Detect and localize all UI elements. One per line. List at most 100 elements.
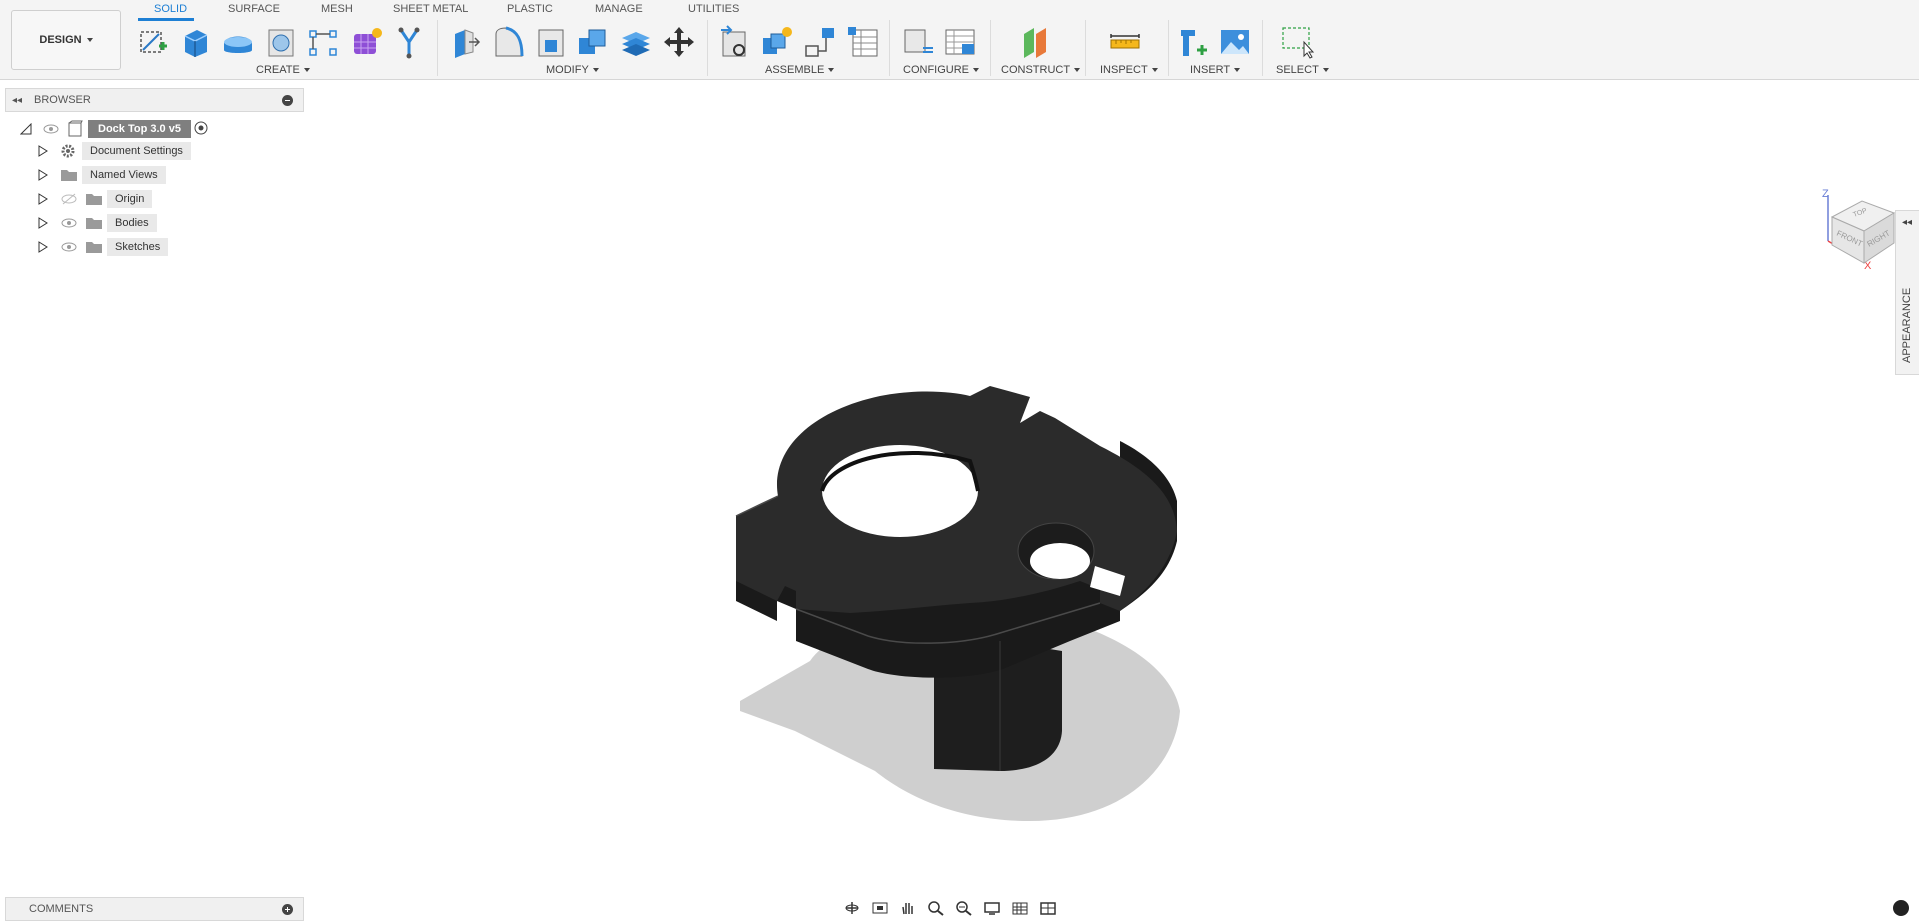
hidden-eye-icon[interactable] <box>61 193 77 205</box>
visibility-eye-icon[interactable] <box>61 217 77 229</box>
expand-arrow-icon[interactable] <box>37 145 49 157</box>
main-toolbar: DESIGN SOLID SURFACE MESH SHEET METAL PL… <box>0 0 1919 80</box>
configure-icon[interactable] <box>899 24 935 60</box>
appearance-panel-tab[interactable]: ◂◂ APPEARANCE <box>1895 210 1919 375</box>
folder-icon <box>86 242 102 253</box>
toolbar-divider <box>990 20 991 76</box>
axis-z-label: Z <box>1822 188 1829 200</box>
press-pull-icon[interactable] <box>447 24 483 60</box>
zoom-icon[interactable] <box>924 898 948 918</box>
collapse-panel-icon[interactable]: ◂◂ <box>12 95 28 106</box>
browser-item-bodies[interactable]: Bodies <box>107 214 157 232</box>
comments-panel-header[interactable]: COMMENTS <box>5 897 304 921</box>
chevron-down-icon <box>1151 68 1158 72</box>
insert-menu[interactable]: INSERT <box>1190 64 1241 76</box>
combine-icon[interactable] <box>575 24 611 60</box>
shell-icon[interactable] <box>533 24 569 60</box>
folder-icon <box>61 170 77 181</box>
configure-menu[interactable]: CONFIGURE <box>903 64 979 76</box>
tab-utilities[interactable]: UTILITIES <box>688 3 739 15</box>
workspace-switcher-button[interactable]: DESIGN <box>11 10 121 70</box>
joint-icon[interactable] <box>759 24 795 60</box>
modify-menu[interactable]: MODIFY <box>546 64 599 76</box>
expand-arrow-icon[interactable] <box>37 193 49 205</box>
assemble-menu[interactable]: ASSEMBLE <box>765 64 835 76</box>
fit-zoom-icon[interactable] <box>952 898 976 918</box>
create-sketch-icon[interactable] <box>135 24 171 60</box>
browser-title: BROWSER <box>34 94 91 106</box>
extrude-icon[interactable] <box>177 24 213 60</box>
visibility-eye-icon[interactable] <box>43 123 59 135</box>
expand-panel-icon[interactable]: ◂◂ <box>1902 217 1912 228</box>
browser-item-named-views[interactable]: Named Views <box>82 166 166 184</box>
model-render[interactable] <box>700 351 1200 831</box>
minimize-panel-icon[interactable] <box>282 95 293 106</box>
create-menu[interactable]: CREATE <box>256 64 310 76</box>
look-at-icon[interactable] <box>868 898 892 918</box>
grid-settings-icon[interactable] <box>1008 898 1032 918</box>
expand-arrow-icon[interactable] <box>37 169 49 181</box>
select-menu[interactable]: SELECT <box>1276 64 1329 76</box>
toolbar-divider <box>707 20 708 76</box>
new-component-icon[interactable] <box>717 24 753 60</box>
pan-hand-icon[interactable] <box>896 898 920 918</box>
measure-icon[interactable] <box>1107 24 1143 60</box>
browser-item-sketches[interactable]: Sketches <box>107 238 169 256</box>
display-settings-icon[interactable] <box>980 898 1004 918</box>
pattern-icon[interactable] <box>305 24 341 60</box>
form-icon[interactable] <box>348 24 384 60</box>
browser-root-component[interactable]: Dock Top 3.0 v5 <box>88 120 191 138</box>
move-icon[interactable] <box>661 24 697 60</box>
tab-sheet-metal[interactable]: SHEET METAL <box>393 3 468 15</box>
status-icon[interactable] <box>1893 900 1909 916</box>
construct-menu[interactable]: CONSTRUCT <box>1001 64 1081 76</box>
navigation-bar <box>840 897 1080 919</box>
chevron-down-icon <box>592 68 599 72</box>
toolbar-divider <box>437 20 438 76</box>
insert-derive-icon[interactable] <box>1175 24 1211 60</box>
sweep-icon[interactable] <box>391 24 427 60</box>
browser-panel-header: ◂◂ BROWSER <box>5 88 304 112</box>
as-built-joint-icon[interactable] <box>802 24 838 60</box>
visibility-eye-icon[interactable] <box>61 241 77 253</box>
tab-manage[interactable]: MANAGE <box>595 3 643 15</box>
activate-radio-icon[interactable] <box>194 121 208 135</box>
comments-label: COMMENTS <box>29 903 94 915</box>
tab-mesh[interactable]: MESH <box>321 3 353 15</box>
tab-surface[interactable]: SURFACE <box>228 3 280 15</box>
insert-label: INSERT <box>1190 64 1231 76</box>
offset-face-icon[interactable] <box>618 24 654 60</box>
parameters-icon[interactable] <box>942 24 978 60</box>
toolbar-divider <box>889 20 890 76</box>
chevron-down-icon <box>303 68 310 72</box>
active-tab-indicator <box>138 18 194 21</box>
chevron-down-icon <box>1234 68 1241 72</box>
revolve-icon[interactable] <box>220 24 256 60</box>
canvas-viewport[interactable]: Z X TOP FRONT RIGHT <box>0 81 1905 891</box>
construct-plane-icon[interactable] <box>1018 24 1054 60</box>
inspect-label: INSPECT <box>1100 64 1148 76</box>
component-icon <box>68 120 83 137</box>
viewports-icon[interactable] <box>1036 898 1060 918</box>
select-window-icon[interactable] <box>1280 24 1316 60</box>
toolbar-divider <box>1085 20 1086 76</box>
joint-table-icon[interactable] <box>845 24 881 60</box>
inspect-menu[interactable]: INSPECT <box>1100 64 1158 76</box>
create-label: CREATE <box>256 64 300 76</box>
expand-arrow-icon[interactable] <box>37 217 49 229</box>
hole-icon[interactable] <box>263 24 299 60</box>
collapse-triangle-icon[interactable] <box>20 123 32 135</box>
browser-item-origin[interactable]: Origin <box>107 190 153 208</box>
toolbar-divider <box>1168 20 1169 76</box>
insert-image-icon[interactable] <box>1217 24 1253 60</box>
browser-item-document-settings[interactable]: Document Settings <box>82 142 191 160</box>
expand-arrow-icon[interactable] <box>37 241 49 253</box>
select-label: SELECT <box>1276 64 1319 76</box>
construct-label: CONSTRUCT <box>1001 64 1071 76</box>
add-comment-icon[interactable] <box>282 904 293 915</box>
fillet-icon[interactable] <box>490 24 526 60</box>
tab-plastic[interactable]: PLASTIC <box>507 3 553 15</box>
orbit-icon[interactable] <box>840 898 864 918</box>
assemble-label: ASSEMBLE <box>765 64 825 76</box>
tab-solid[interactable]: SOLID <box>154 3 187 15</box>
